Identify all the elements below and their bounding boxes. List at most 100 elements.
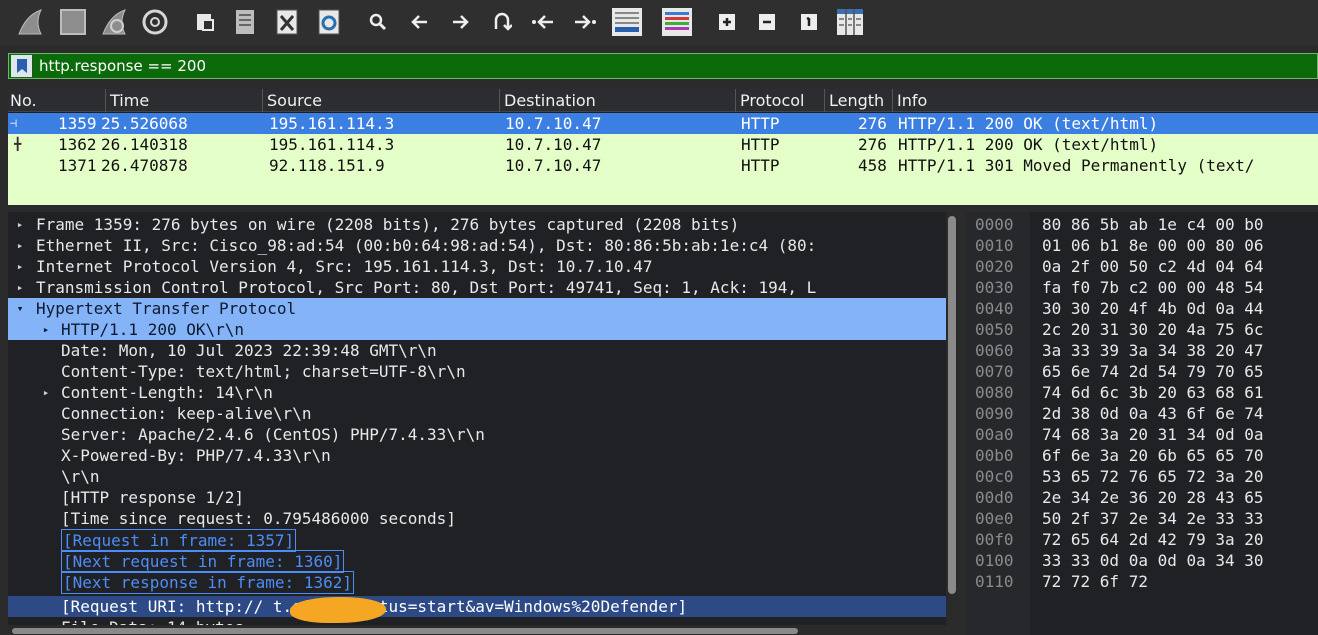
hex-row[interactable]: 00e0 50 2f 37 2e 34 2e 33 33 bbox=[966, 508, 1318, 529]
resize-columns-icon[interactable] bbox=[834, 4, 866, 40]
tree-item-request-uri[interactable]: [Request URI: http:// t.site/?status=sta… bbox=[8, 596, 946, 617]
column-header-destination[interactable]: Destination bbox=[504, 91, 596, 111]
hex-row[interactable]: 0040 30 30 20 4f 4b 0d 0a 44 bbox=[966, 298, 1318, 319]
column-header-length[interactable]: Length bbox=[829, 91, 884, 111]
tree-item-frame[interactable]: ▸ Frame 1359: 276 bytes on wire (2208 bit… bbox=[8, 214, 946, 235]
capture-options-gear-icon[interactable] bbox=[138, 4, 172, 40]
first-packet-icon[interactable] bbox=[530, 4, 556, 40]
packet-row[interactable]: 1371 26.470878 92.118.151.9 10.7.10.47 H… bbox=[8, 155, 1318, 176]
hex-row[interactable]: 0010 01 06 b1 8e 00 00 80 06 bbox=[966, 235, 1318, 256]
hex-offset: 0110 bbox=[975, 572, 1014, 591]
hex-row[interactable]: 0000 80 86 5b ab 1e c4 00 b0 bbox=[966, 214, 1318, 235]
hex-row[interactable]: 00b0 6f 6e 3a 20 6b 65 65 70 bbox=[966, 445, 1318, 466]
tree-item-date[interactable]: Date: Mon, 10 Jul 2023 22:39:48 GMT\r\n bbox=[8, 340, 946, 361]
scrollbar-thumb[interactable] bbox=[948, 216, 956, 594]
hex-bytes: 33 33 0d 0a 0d 0a 34 30 bbox=[1042, 551, 1264, 570]
column-header-protocol[interactable]: Protocol bbox=[740, 91, 804, 111]
column-header-no[interactable]: No. bbox=[10, 91, 37, 111]
details-vertical-scrollbar[interactable] bbox=[946, 212, 958, 626]
hex-row[interactable]: 00d0 2e 34 2e 36 20 28 43 65 bbox=[966, 487, 1318, 508]
column-header-info[interactable]: Info bbox=[897, 91, 927, 111]
column-separator[interactable] bbox=[262, 89, 263, 112]
packet-time: 26.470878 bbox=[101, 156, 188, 175]
tree-item-http-response-count[interactable]: [HTTP response 1/2] bbox=[8, 487, 946, 508]
stop-square-icon[interactable] bbox=[56, 4, 90, 40]
expand-arrow-icon[interactable]: ▸ bbox=[40, 319, 52, 340]
filter-bookmark-icon[interactable] bbox=[11, 55, 33, 77]
column-separator[interactable] bbox=[105, 89, 106, 112]
tree-item-content-length[interactable]: ▸ Content-Length: 14\r\n bbox=[8, 382, 946, 403]
last-packet-icon[interactable] bbox=[572, 4, 598, 40]
tree-item-connection[interactable]: Connection: keep-alive\r\n bbox=[8, 403, 946, 424]
shark-fin-start-icon[interactable] bbox=[14, 4, 48, 40]
packet-row[interactable]: ╋ 1362 26.140318 195.161.114.3 10.7.10.4… bbox=[8, 134, 1318, 155]
pane-splitter-vertical[interactable] bbox=[958, 212, 966, 626]
hex-offset: 0090 bbox=[975, 404, 1014, 423]
colorize-icon[interactable] bbox=[660, 4, 694, 40]
hex-row[interactable]: 00a0 74 68 3a 20 31 34 0d 0a bbox=[966, 424, 1318, 445]
packet-length: 276 bbox=[858, 114, 887, 133]
find-packet-icon[interactable] bbox=[366, 4, 390, 40]
reload-file-icon[interactable] bbox=[314, 4, 344, 40]
close-file-icon[interactable] bbox=[272, 4, 302, 40]
column-header-time[interactable]: Time bbox=[110, 91, 149, 111]
hex-row[interactable]: 0080 74 6d 6c 3b 20 63 68 61 bbox=[966, 382, 1318, 403]
column-header-source[interactable]: Source bbox=[267, 91, 322, 111]
tree-item-server[interactable]: Server: Apache/2.4.6 (CentOS) PHP/7.4.33… bbox=[8, 424, 946, 445]
tree-item-crlf[interactable]: \r\n bbox=[8, 466, 946, 487]
hex-row[interactable]: 0070 65 6e 74 2d 54 79 70 65 bbox=[966, 361, 1318, 382]
scrollbar-thumb[interactable] bbox=[12, 628, 798, 634]
request-in-frame-link[interactable]: [Request in frame: 1357] bbox=[8, 529, 946, 552]
hex-bytes: 72 72 6f 72 bbox=[1042, 572, 1148, 591]
packet-no: 1359 bbox=[58, 114, 97, 133]
column-separator[interactable] bbox=[499, 89, 500, 112]
expand-arrow-icon[interactable]: ▸ bbox=[14, 214, 26, 235]
display-filter-input[interactable] bbox=[33, 54, 1317, 78]
hex-row[interactable]: 00c0 53 65 72 76 65 72 3a 20 bbox=[966, 466, 1318, 487]
save-file-icon[interactable] bbox=[230, 4, 260, 40]
tree-item-ethernet[interactable]: ▸ Ethernet II, Src: Cisco_98:ad:54 (00:b0… bbox=[8, 235, 946, 256]
column-separator[interactable] bbox=[735, 89, 736, 112]
expand-arrow-icon[interactable]: ▸ bbox=[40, 382, 52, 403]
tree-item-http-status[interactable]: ▸ HTTP/1.1 200 OK\r\n bbox=[8, 319, 946, 340]
open-file-icon[interactable] bbox=[190, 4, 220, 40]
hex-row[interactable]: 0100 33 33 0d 0a 0d 0a 34 30 bbox=[966, 550, 1318, 571]
tree-item-http[interactable]: ▾ Hypertext Transfer Protocol bbox=[8, 298, 946, 319]
hex-offset: 00a0 bbox=[975, 425, 1014, 444]
hex-row[interactable]: 00f0 72 65 64 2d 42 79 3a 20 bbox=[966, 529, 1318, 550]
expand-arrow-icon[interactable]: ▸ bbox=[14, 277, 26, 298]
hex-row[interactable]: 0110 72 72 6f 72 bbox=[966, 571, 1318, 592]
hex-row[interactable]: 0060 3a 33 39 3a 34 38 20 47 bbox=[966, 340, 1318, 361]
collapse-arrow-icon[interactable]: ▾ bbox=[14, 298, 26, 319]
next-request-in-frame-link[interactable]: [Next request in frame: 1360] bbox=[8, 550, 946, 573]
hex-row[interactable]: 0050 2c 20 31 30 20 4a 75 6c bbox=[966, 319, 1318, 340]
column-separator[interactable] bbox=[892, 89, 893, 112]
go-back-icon[interactable] bbox=[408, 4, 432, 40]
tree-item-x-powered-by[interactable]: X-Powered-By: PHP/7.4.33\r\n bbox=[8, 445, 946, 466]
autoscroll-icon[interactable] bbox=[610, 4, 644, 40]
hex-row[interactable]: 0090 2d 38 0d 0a 43 6f 6e 74 bbox=[966, 403, 1318, 424]
tree-item-content-type[interactable]: Content-Type: text/html; charset=UTF-8\r… bbox=[8, 361, 946, 382]
packet-row[interactable]: ⊣ 1359 25.526068 195.161.114.3 10.7.10.4… bbox=[8, 113, 1318, 134]
column-separator[interactable] bbox=[824, 89, 825, 112]
expand-arrow-icon[interactable]: ▸ bbox=[14, 235, 26, 256]
restart-fin-icon[interactable] bbox=[98, 4, 132, 40]
go-to-packet-icon[interactable] bbox=[490, 4, 514, 40]
hex-row[interactable]: 0030 fa f0 7b c2 00 00 48 54 bbox=[966, 277, 1318, 298]
hex-bytes: 80 86 5b ab 1e c4 00 b0 bbox=[1042, 215, 1264, 234]
normal-size-icon[interactable] bbox=[798, 4, 820, 40]
hex-row[interactable]: 0020 0a 2f 00 50 c2 4d 04 64 bbox=[966, 256, 1318, 277]
next-response-in-frame-link[interactable]: [Next response in frame: 1362] bbox=[8, 571, 946, 594]
tree-item-tcp[interactable]: ▸ Transmission Control Protocol, Src Port… bbox=[8, 277, 946, 298]
zoom-in-icon[interactable] bbox=[716, 4, 738, 40]
packet-protocol: HTTP bbox=[741, 135, 780, 154]
expand-arrow-icon[interactable]: ▸ bbox=[14, 256, 26, 277]
zoom-out-icon[interactable] bbox=[756, 4, 778, 40]
details-horizontal-scrollbar[interactable] bbox=[8, 625, 946, 635]
go-forward-icon[interactable] bbox=[448, 4, 472, 40]
conversation-marker-icon: ╋ bbox=[14, 137, 22, 151]
tree-item-time-since-request[interactable]: [Time since request: 0.795486000 seconds… bbox=[8, 508, 946, 529]
pane-splitter[interactable] bbox=[0, 205, 1318, 212]
tree-item-ipv4[interactable]: ▸ Internet Protocol Version 4, Src: 195.1… bbox=[8, 256, 946, 277]
packet-details-tree: ▸ Frame 1359: 276 bytes on wire (2208 bit… bbox=[8, 212, 946, 626]
